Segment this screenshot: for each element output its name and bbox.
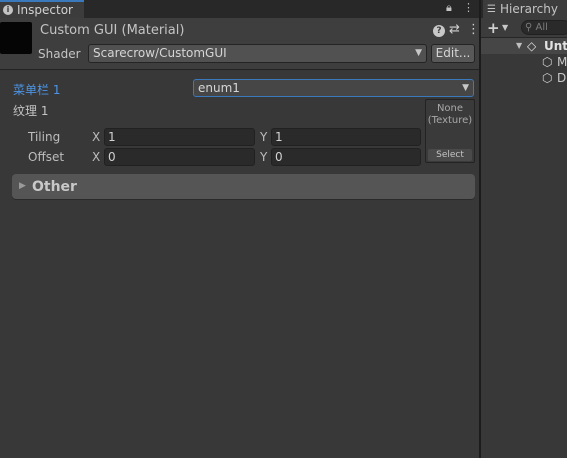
list-icon: ☰ <box>487 3 496 15</box>
search-icon: ⚲ <box>525 22 533 33</box>
tab-inspector-label: Inspector <box>17 3 73 17</box>
material-preview-thumbnail[interactable] <box>0 22 32 54</box>
scene-name: Unt <box>544 39 567 53</box>
texture-slot-line-2: (Texture) <box>427 115 473 126</box>
list-item[interactable]: ⬡ D <box>481 70 567 86</box>
offset-x-label: X <box>92 150 101 164</box>
tiling-x-label: X <box>92 130 101 144</box>
chevron-down-icon[interactable]: ▼ <box>516 41 522 50</box>
sliders-icon[interactable]: ⇄ <box>449 22 460 37</box>
other-foldout[interactable]: ▶ Other <box>12 174 475 199</box>
shader-label: Shader <box>38 47 81 61</box>
gameobject-name: M <box>557 55 567 69</box>
list-item[interactable]: ⬡ M <box>481 54 567 70</box>
shader-dropdown-value: Scarecrow/CustomGUI <box>93 46 227 60</box>
offset-y-label: Y <box>260 150 268 164</box>
shader-dropdown[interactable]: Scarecrow/CustomGUI ▼ <box>88 44 427 63</box>
offset-label: Offset <box>28 150 65 164</box>
enum-dropdown[interactable]: enum1 ▼ <box>193 79 474 97</box>
hierarchy-search-input[interactable]: ⚲ All <box>521 20 567 35</box>
cube-icon: ⬡ <box>542 55 553 69</box>
tiling-label: Tiling <box>28 130 61 144</box>
texture-slot-line-1: None <box>436 103 464 114</box>
texture-property-label: 纹理 1 <box>13 104 49 118</box>
offset-x-field[interactable]: 0 <box>104 148 255 166</box>
chevron-down-icon: ▼ <box>462 83 469 93</box>
enum-dropdown-value: enum1 <box>198 81 240 95</box>
material-header: Custom GUI (Material) ? ⇄ ⋮ Shader Scare… <box>0 18 480 70</box>
inspector-panel: i Inspector 🔒︎ ⋮ Custom GUI (Material) ?… <box>0 0 480 458</box>
menu-property-label: 菜单栏 1 <box>13 83 61 97</box>
hierarchy-tab-bar: ☰ Hierarchy <box>481 0 567 18</box>
info-icon: i <box>3 5 13 15</box>
texture-slot-text: None (Texture) <box>426 103 474 127</box>
texture-slot[interactable]: None (Texture) Select <box>425 99 475 163</box>
cube-icon: ⬡ <box>542 71 553 85</box>
chevron-right-icon: ▶ <box>19 181 26 191</box>
kebab-menu-icon[interactable]: ⋮ <box>463 1 474 15</box>
inspector-tab-bar: i Inspector 🔒︎ ⋮ <box>0 0 479 18</box>
tiling-x-field[interactable]: 1 <box>104 128 255 146</box>
material-title: Custom GUI (Material) <box>40 23 185 38</box>
tab-inspector[interactable]: i Inspector <box>0 0 84 18</box>
gameobject-name: D <box>557 71 567 85</box>
help-icon[interactable]: ? <box>433 25 445 37</box>
texture-select-button[interactable]: Select <box>428 149 472 161</box>
scene-row[interactable]: ▼ ◇ Unt <box>481 38 567 54</box>
edit-shader-button[interactable]: Edit... <box>431 44 475 63</box>
chevron-down-icon: ▼ <box>415 48 422 58</box>
hierarchy-panel: ☰ Hierarchy + ▼ ⚲ All ▼ ◇ Unt ⬡ M ⬡ D <box>481 0 567 458</box>
tiling-y-label: Y <box>260 130 268 144</box>
hierarchy-toolbar: + ▼ ⚲ All <box>481 18 567 38</box>
tiling-y-field[interactable]: 1 <box>271 128 421 146</box>
plus-icon[interactable]: + <box>487 19 500 37</box>
tab-hierarchy[interactable]: ☰ Hierarchy <box>483 0 567 18</box>
tab-hierarchy-label: Hierarchy <box>499 2 558 16</box>
lock-icon[interactable]: 🔒︎ <box>446 1 452 15</box>
chevron-down-icon[interactable]: ▼ <box>502 23 508 32</box>
hierarchy-search-placeholder: All <box>535 22 548 33</box>
unity-scene-icon: ◇ <box>527 39 537 53</box>
other-foldout-label: Other <box>32 179 77 195</box>
offset-y-field[interactable]: 0 <box>271 148 421 166</box>
